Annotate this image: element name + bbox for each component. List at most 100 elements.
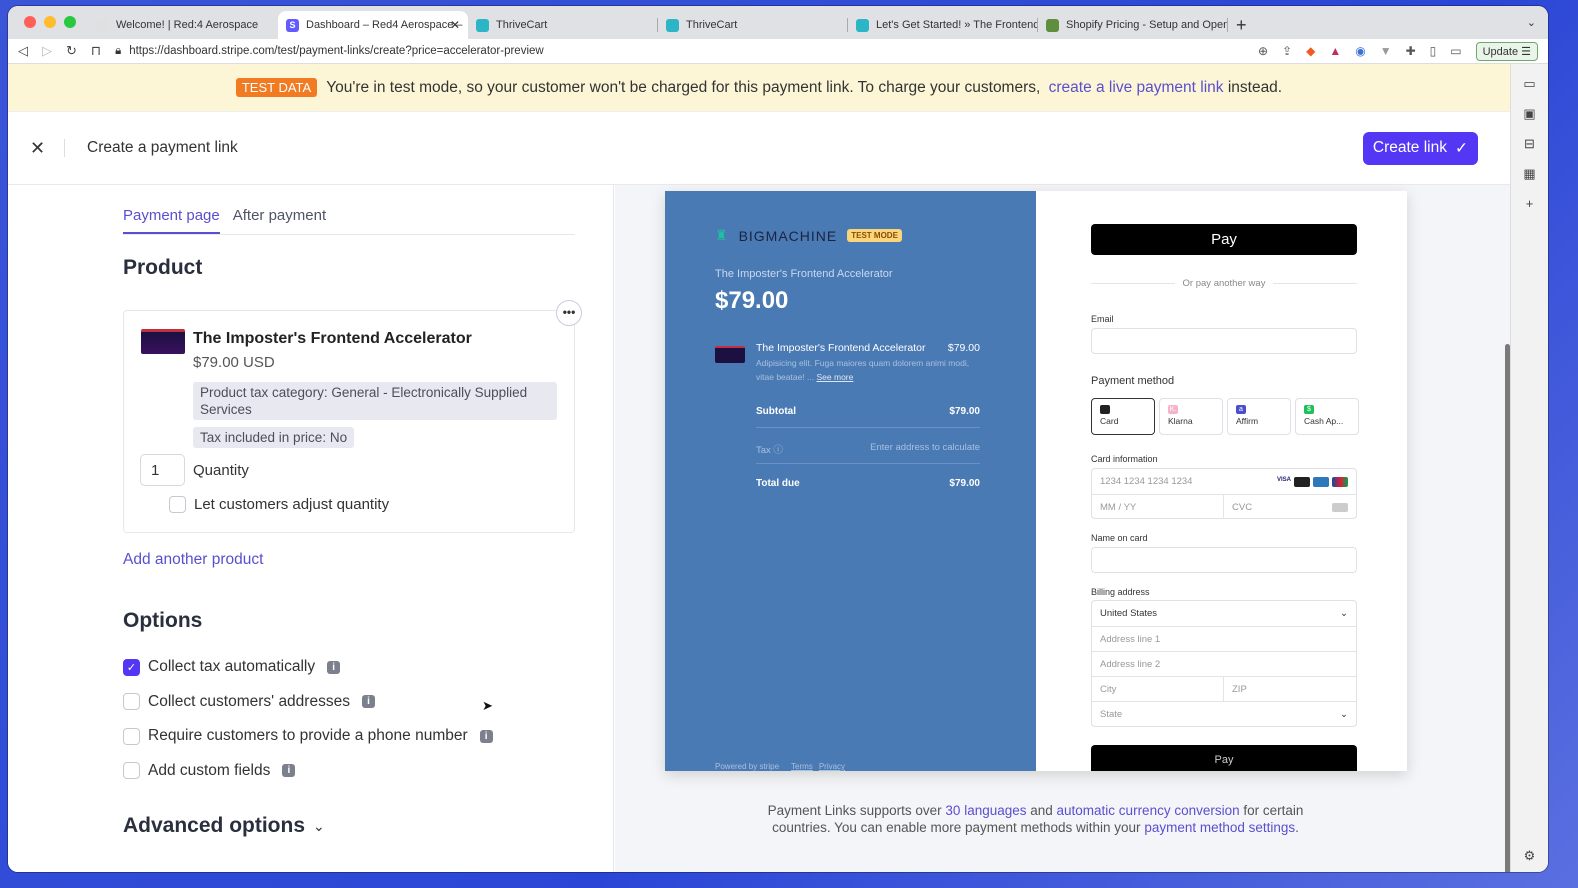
option-checkbox[interactable] <box>123 693 140 710</box>
reading-list-icon[interactable]: ▦ <box>1523 166 1535 182</box>
bookmark-icon[interactable]: ⊓ <box>91 43 101 59</box>
tab-payment-page[interactable]: Payment page <box>123 207 220 234</box>
adjust-quantity-checkbox[interactable] <box>169 496 186 513</box>
add-another-product-link[interactable]: Add another product <box>123 551 263 569</box>
payment-method-cashap[interactable]: $ Cash Ap... <box>1295 398 1359 435</box>
cvc-input[interactable]: CVC <box>1224 494 1356 519</box>
sidebar-toggle-icon[interactable]: ▯ <box>1430 44 1437 58</box>
create-link-label: Create link <box>1372 139 1447 156</box>
privacy-link[interactable]: Privacy <box>819 762 845 771</box>
onepassword-icon[interactable]: ◉ <box>1355 44 1365 58</box>
advanced-options-toggle[interactable]: Advanced options ⌄ <box>123 814 325 838</box>
option-checkbox[interactable] <box>123 762 140 779</box>
brave-rewards-icon[interactable]: ▲ <box>1329 44 1341 58</box>
chevron-down-icon: ⌄ <box>313 817 325 834</box>
summary-product-name: The Imposter's Frontend Accelerator <box>715 268 893 280</box>
card-number-input[interactable]: 1234 1234 1234 1234 VISA <box>1092 469 1356 494</box>
order-summary: ♜ BIGMACHINE TEST MODE The Imposter's Fr… <box>665 191 1036 771</box>
payment-method-affirm[interactable]: a Affirm <box>1227 398 1291 435</box>
card-info-group: 1234 1234 1234 1234 VISA MM / YY CVC <box>1091 468 1357 519</box>
address-line1-input[interactable]: Address line 1 <box>1092 626 1356 651</box>
line-item-thumbnail <box>715 346 745 363</box>
info-icon[interactable]: i <box>361 695 375 708</box>
close-window-button[interactable] <box>24 16 36 28</box>
new-tab-button[interactable]: + <box>1236 11 1247 39</box>
payment-method-icon: a <box>1236 405 1246 414</box>
currency-conversion-link[interactable]: automatic currency conversion <box>1057 803 1240 818</box>
terms-link[interactable]: Terms <box>791 762 813 771</box>
option-item[interactable]: Require customers to provide a phone num… <box>123 727 493 745</box>
live-link[interactable]: create a live payment link <box>1049 79 1224 97</box>
option-label: Add custom fields <box>148 761 271 779</box>
forward-icon[interactable]: ▷ <box>42 43 52 59</box>
browser-tab[interactable]: Shopify Pricing - Setup and Open Y <box>1038 11 1228 39</box>
payment-method-klarna[interactable]: K. Klarna <box>1159 398 1223 435</box>
tab-title: Shopify Pricing - Setup and Open Y <box>1066 19 1228 31</box>
country-select[interactable]: United States ⌄ <box>1092 601 1356 626</box>
option-item[interactable]: Collect customers' addresses i <box>123 693 375 711</box>
zoom-icon[interactable]: ⊕ <box>1258 44 1268 58</box>
maximize-window-button[interactable] <box>64 16 76 28</box>
wallet-icon[interactable]: ▭ <box>1450 44 1461 58</box>
create-link-button[interactable]: Create link ✓ <box>1362 131 1478 165</box>
state-select[interactable]: State ⌄ <box>1092 701 1356 726</box>
name-on-card-input[interactable] <box>1091 547 1357 573</box>
back-icon[interactable]: ◁ <box>18 43 28 59</box>
info-icon[interactable]: i <box>327 660 341 674</box>
info-icon[interactable]: i <box>282 764 296 777</box>
extension-v-icon[interactable]: ▼ <box>1380 44 1392 58</box>
option-checkbox[interactable] <box>123 727 140 745</box>
wallet-icon[interactable]: ▣ <box>1523 106 1535 122</box>
video-icon[interactable]: ▭ <box>1523 76 1535 92</box>
quantity-input[interactable]: 1 <box>140 454 185 486</box>
zip-input[interactable]: ZIP <box>1224 676 1356 701</box>
shopify-icon <box>1046 18 1059 32</box>
tab-search-chevron-icon[interactable]: ⌄ <box>1527 16 1536 29</box>
options-heading: Options <box>123 609 203 632</box>
reload-icon[interactable]: ↻ <box>66 43 77 59</box>
brave-shield-icon[interactable]: ◆ <box>1306 44 1315 58</box>
browser-tab[interactable]: ThriveCart <box>658 11 848 39</box>
close-icon[interactable]: ✕ <box>30 138 64 159</box>
quantity-label: Quantity <box>193 462 249 479</box>
city-input[interactable]: City <box>1092 676 1224 701</box>
payment-method-settings-link[interactable]: payment method settings <box>1144 820 1295 835</box>
url-text[interactable]: https://dashboard.stripe.com/test/paymen… <box>129 45 544 57</box>
name-on-card-label: Name on card <box>1091 533 1148 543</box>
browser-tab[interactable]: S Dashboard – Red4 Aerospace – ✕ <box>278 11 468 39</box>
minimize-window-button[interactable] <box>44 16 56 28</box>
browser-tab[interactable]: Let's Get Started! » The Frontend A <box>848 11 1038 39</box>
url-field[interactable]: 🔒︎ https://dashboard.stripe.com/test/pay… <box>115 45 1244 58</box>
product-price: $79.00 USD <box>193 354 275 371</box>
update-button[interactable]: Update ☰ <box>1475 41 1538 61</box>
banner-suffix: instead. <box>1223 78 1283 96</box>
adjust-quantity-option[interactable]: Let customers adjust quantity <box>169 496 389 513</box>
share-icon[interactable]: ⇪ <box>1282 44 1292 58</box>
tab-after-payment[interactable]: After payment <box>233 207 326 234</box>
languages-link[interactable]: 30 languages <box>945 803 1026 818</box>
expiry-input[interactable]: MM / YY <box>1092 494 1224 519</box>
lock-icon: 🔒︎ <box>115 44 122 57</box>
apple-pay-button[interactable]: Pay <box>1091 224 1357 255</box>
option-item[interactable]: ✓ Collect tax automatically i <box>123 658 341 676</box>
chevron-down-icon: ⌄ <box>1340 708 1348 720</box>
option-checkbox[interactable]: ✓ <box>123 658 140 676</box>
close-tab-icon[interactable]: ✕ <box>450 18 460 32</box>
address-line2-input[interactable]: Address line 2 <box>1092 651 1356 676</box>
tab-title: ThriveCart <box>496 19 548 31</box>
see-more-link[interactable]: See more <box>817 372 854 382</box>
bookmarks-icon[interactable]: ⊟ <box>1524 136 1535 152</box>
browser-tab[interactable]: Welcome! | Red:4 Aerospace <box>88 11 278 39</box>
sparkle-icon <box>96 18 109 32</box>
settings-gear-icon[interactable]: ⚙ <box>1524 848 1536 864</box>
more-options-button[interactable]: ••• <box>556 300 582 326</box>
product-name: The Imposter's Frontend Accelerator <box>193 330 472 347</box>
info-icon[interactable]: i <box>479 729 493 743</box>
email-input[interactable] <box>1091 328 1357 354</box>
payment-method-card[interactable]: Card <box>1091 398 1155 435</box>
pay-button[interactable]: Pay <box>1091 745 1357 771</box>
browser-tab[interactable]: ThriveCart <box>468 11 658 39</box>
add-panel-icon[interactable]: + <box>1526 196 1534 211</box>
extensions-puzzle-icon[interactable]: ✚ <box>1406 44 1416 58</box>
option-item[interactable]: Add custom fields i <box>123 761 296 780</box>
